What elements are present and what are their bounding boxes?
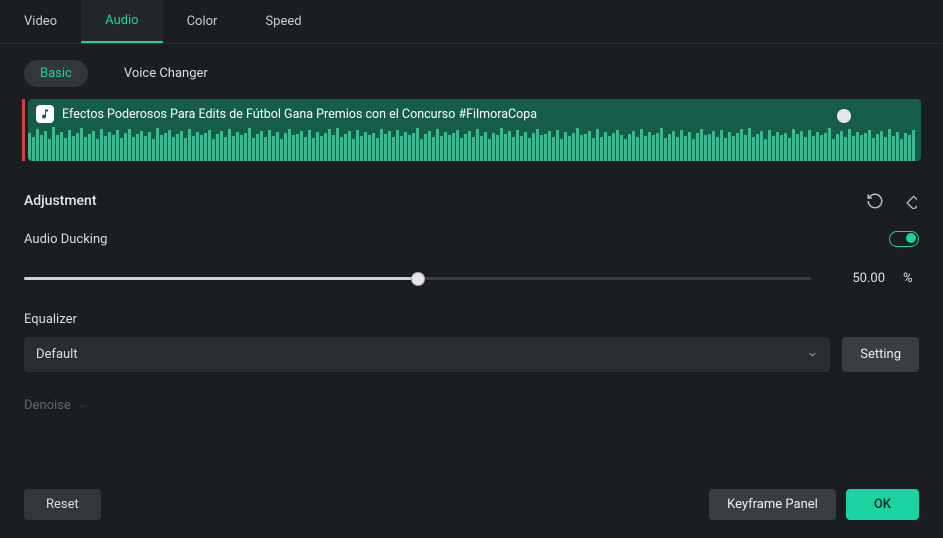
tab-color[interactable]: Color — [163, 0, 242, 43]
slider-thumb[interactable] — [411, 272, 425, 286]
reset-button[interactable]: Reset — [24, 489, 101, 520]
footer: Reset Keyframe Panel OK — [0, 475, 943, 538]
denoise-row[interactable]: Denoise — [0, 376, 943, 413]
equalizer-selected-value: Default — [36, 347, 78, 362]
chevron-down-icon — [77, 401, 87, 411]
equalizer-row: Default Setting — [24, 337, 919, 372]
equalizer-setting-button[interactable]: Setting — [842, 337, 919, 372]
music-icon — [36, 105, 54, 123]
keyframe-icon[interactable] — [899, 191, 919, 211]
waveform-title: Efectos Poderosos Para Edits de Fútbol G… — [62, 107, 537, 122]
keyframe-panel-button[interactable]: Keyframe Panel — [709, 489, 836, 520]
equalizer-block: Equalizer Default Setting — [0, 292, 943, 376]
chevron-down-icon — [807, 349, 818, 360]
waveform-header: Efectos Poderosos Para Edits de Fútbol G… — [28, 99, 921, 129]
audio-ducking-row: Audio Ducking — [24, 231, 919, 247]
audio-ducking-slider-row: 50.00 % — [24, 271, 919, 286]
audio-ducking-block: Audio Ducking 50.00 % — [0, 221, 943, 292]
playhead-marker[interactable] — [22, 99, 25, 161]
reset-icon[interactable] — [865, 191, 885, 211]
audio-ducking-unit: % — [903, 271, 919, 286]
slider-fill — [24, 277, 418, 280]
main-tabs: Video Audio Color Speed — [0, 0, 943, 44]
footer-right: Keyframe Panel OK — [709, 489, 919, 520]
equalizer-label: Equalizer — [24, 312, 919, 327]
subtab-basic[interactable]: Basic — [24, 60, 88, 87]
tab-audio[interactable]: Audio — [81, 0, 162, 43]
waveform-container: Efectos Poderosos Para Edits de Fútbol G… — [0, 99, 943, 169]
denoise-label: Denoise — [24, 398, 71, 413]
adjustment-header-actions — [865, 191, 919, 211]
adjustment-header: Adjustment — [0, 175, 943, 221]
adjustment-title: Adjustment — [24, 193, 97, 209]
audio-ducking-label: Audio Ducking — [24, 232, 107, 247]
audio-waveform[interactable]: Efectos Poderosos Para Edits de Fútbol G… — [28, 99, 921, 161]
audio-ducking-toggle[interactable] — [889, 231, 919, 247]
ok-button[interactable]: OK — [846, 489, 919, 520]
tab-video[interactable]: Video — [0, 0, 81, 43]
audio-ducking-value[interactable]: 50.00 — [829, 271, 885, 286]
sub-tabs: Basic Voice Changer — [0, 44, 943, 99]
waveform-playhead-knob[interactable] — [837, 109, 851, 123]
subtab-voice-changer[interactable]: Voice Changer — [108, 60, 224, 87]
tab-speed[interactable]: Speed — [241, 0, 325, 43]
equalizer-select[interactable]: Default — [24, 337, 830, 372]
audio-ducking-slider[interactable] — [24, 277, 811, 280]
toggle-knob — [906, 233, 916, 243]
